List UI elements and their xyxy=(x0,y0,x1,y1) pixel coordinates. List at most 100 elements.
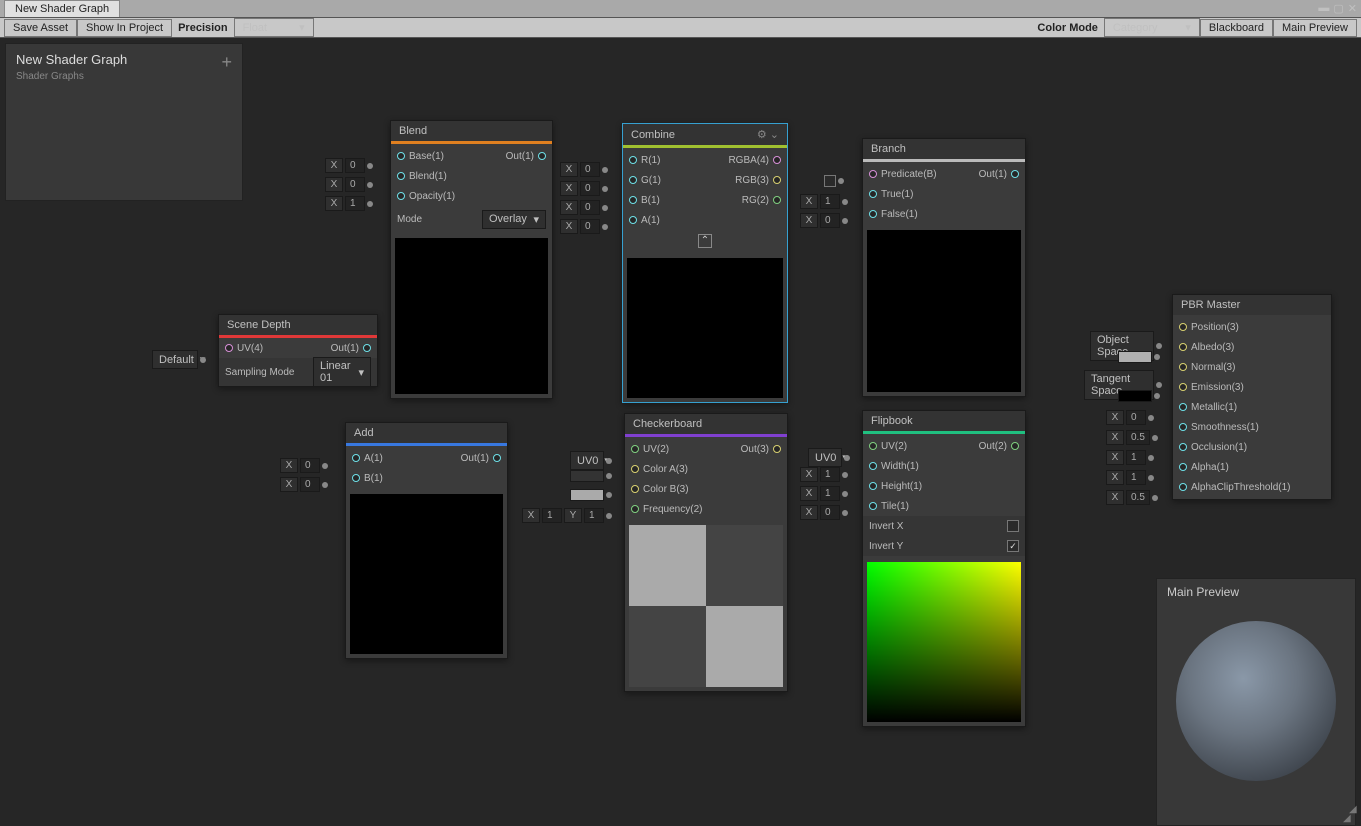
graph-canvas[interactable]: New Shader Graph Shader Graphs + Blend B… xyxy=(0,38,1361,816)
input-port[interactable] xyxy=(1179,463,1187,471)
minimize-icon[interactable]: ▬ xyxy=(1318,2,1329,15)
input-port[interactable] xyxy=(869,190,877,198)
input-port[interactable] xyxy=(869,210,877,218)
ext-input[interactable]: X0 xyxy=(325,158,373,173)
node-flipbook[interactable]: Flipbook UV(2) Out(2) Width(1) Height(1)… xyxy=(862,410,1026,727)
blackboard-toggle-button[interactable]: Blackboard xyxy=(1200,19,1273,37)
output-port[interactable] xyxy=(493,454,501,462)
preview-sphere[interactable] xyxy=(1176,621,1336,781)
ext-input[interactable]: X1 xyxy=(325,196,373,211)
node-pbr-master[interactable]: PBR Master Position(3) Albedo(3) Normal(… xyxy=(1172,294,1332,500)
input-port[interactable] xyxy=(869,502,877,510)
ext-input[interactable]: X0 xyxy=(560,219,608,234)
ext-input[interactable]: X1 xyxy=(800,467,848,482)
input-port[interactable] xyxy=(397,172,405,180)
input-port[interactable] xyxy=(352,474,360,482)
node-checkerboard[interactable]: Checkerboard UV(2) Out(3) Color A(3) Col… xyxy=(624,413,788,692)
color-mode-dropdown[interactable]: Category▾ xyxy=(1104,18,1200,37)
input-port[interactable] xyxy=(1179,423,1187,431)
ext-input[interactable]: X0 xyxy=(800,213,848,228)
mode-dropdown[interactable]: Overlay▾ xyxy=(482,210,546,229)
input-port[interactable] xyxy=(629,196,637,204)
input-port[interactable] xyxy=(869,462,877,470)
ext-input[interactable]: X0 xyxy=(325,177,373,192)
ext-input[interactable]: UV0▾ xyxy=(808,448,850,467)
chevron-down-icon[interactable]: ⌄ xyxy=(770,129,779,141)
input-port[interactable] xyxy=(869,170,877,178)
ext-input[interactable]: X0 xyxy=(560,181,608,196)
ext-input[interactable]: X1 xyxy=(1106,470,1154,485)
input-port[interactable] xyxy=(397,152,405,160)
ext-input[interactable]: X0 xyxy=(280,458,328,473)
checkbox[interactable] xyxy=(824,175,836,187)
ext-input[interactable]: X0 xyxy=(280,477,328,492)
ext-input[interactable] xyxy=(824,175,844,187)
canvas-resize-icon[interactable]: ◢ xyxy=(1349,804,1359,814)
ext-input[interactable] xyxy=(1118,390,1160,402)
input-port[interactable] xyxy=(1179,483,1187,491)
output-port[interactable] xyxy=(773,156,781,164)
input-port[interactable] xyxy=(1179,383,1187,391)
node-blend[interactable]: Blend Base(1) Out(1) Blend(1) Opacity(1)… xyxy=(390,120,553,399)
input-port[interactable] xyxy=(869,442,877,450)
save-asset-button[interactable]: Save Asset xyxy=(4,19,77,37)
input-port[interactable] xyxy=(869,482,877,490)
ext-input[interactable]: Default▾ xyxy=(152,350,206,369)
output-port[interactable] xyxy=(773,176,781,184)
input-port[interactable] xyxy=(631,505,639,513)
input-port[interactable] xyxy=(1179,443,1187,451)
invert-x-checkbox[interactable] xyxy=(1007,520,1019,532)
ext-input[interactable]: X1 xyxy=(800,486,848,501)
sampling-mode-dropdown[interactable]: Linear 01▾ xyxy=(313,357,371,387)
node-combine[interactable]: Combine ⚙ ⌄ R(1) RGBA(4) G(1) RGB(3) B(1… xyxy=(622,123,788,403)
ext-input[interactable] xyxy=(570,489,612,501)
output-port[interactable] xyxy=(773,196,781,204)
input-port[interactable] xyxy=(629,216,637,224)
close-icon[interactable]: ✕ xyxy=(1348,2,1357,15)
ext-input[interactable]: X0 xyxy=(560,200,608,215)
ext-input[interactable]: X0 xyxy=(1106,410,1154,425)
collapse-preview-button[interactable]: ⌃ xyxy=(698,234,712,248)
main-preview-panel[interactable]: Main Preview ◢ xyxy=(1156,578,1356,826)
maximize-icon[interactable]: ▢ xyxy=(1333,2,1343,15)
ext-input[interactable]: X1 xyxy=(800,194,848,209)
ext-input[interactable]: X0.5 xyxy=(1106,490,1158,505)
invert-y-checkbox[interactable]: ✓ xyxy=(1007,540,1019,552)
output-port[interactable] xyxy=(1011,170,1019,178)
precision-dropdown[interactable]: Float▾ xyxy=(234,18,314,37)
input-port[interactable] xyxy=(1179,323,1187,331)
output-port[interactable] xyxy=(1011,442,1019,450)
input-port[interactable] xyxy=(1179,363,1187,371)
input-port[interactable] xyxy=(352,454,360,462)
node-branch[interactable]: Branch Predicate(B) Out(1) True(1) False… xyxy=(862,138,1026,397)
node-scene-depth[interactable]: Scene Depth UV(4) Out(1) Sampling Mode L… xyxy=(218,314,378,387)
output-port[interactable] xyxy=(538,152,546,160)
precision-label: Precision xyxy=(172,22,234,34)
input-port[interactable] xyxy=(1179,403,1187,411)
input-port[interactable] xyxy=(631,485,639,493)
ext-input[interactable]: UV0▾ xyxy=(570,451,612,470)
ext-input[interactable]: X0 xyxy=(800,505,848,520)
input-port[interactable] xyxy=(397,192,405,200)
ext-input[interactable]: X0.5 xyxy=(1106,430,1158,445)
main-preview-toggle-button[interactable]: Main Preview xyxy=(1273,19,1357,37)
input-port[interactable] xyxy=(225,344,233,352)
ext-input[interactable]: X1 xyxy=(1106,450,1154,465)
window-tab[interactable]: New Shader Graph xyxy=(4,0,120,17)
ext-input[interactable] xyxy=(1118,351,1160,363)
ext-input[interactable]: X0 xyxy=(560,162,608,177)
add-property-button[interactable]: + xyxy=(221,52,232,73)
input-port[interactable] xyxy=(629,156,637,164)
show-in-project-button[interactable]: Show In Project xyxy=(77,19,172,37)
output-port[interactable] xyxy=(773,445,781,453)
gear-icon[interactable]: ⚙ xyxy=(757,129,767,141)
ext-input[interactable] xyxy=(570,470,612,482)
output-port[interactable] xyxy=(363,344,371,352)
input-port[interactable] xyxy=(1179,343,1187,351)
node-add[interactable]: Add A(1) Out(1) B(1) xyxy=(345,422,508,659)
ext-input[interactable]: X1 Y1 xyxy=(522,508,612,523)
input-port[interactable] xyxy=(629,176,637,184)
input-port[interactable] xyxy=(631,445,639,453)
input-port[interactable] xyxy=(631,465,639,473)
blackboard-panel[interactable]: New Shader Graph Shader Graphs + xyxy=(5,43,243,201)
